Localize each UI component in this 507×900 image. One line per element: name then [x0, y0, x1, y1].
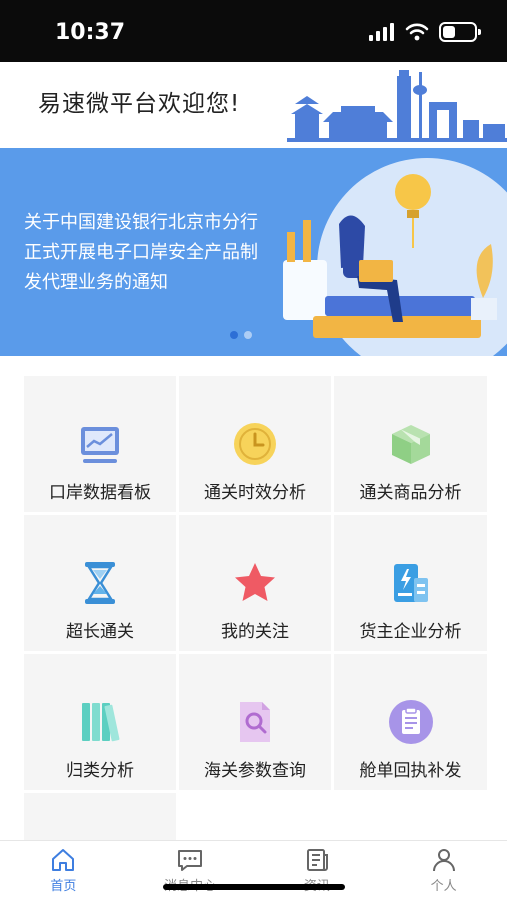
tile-label: 超长通关 [66, 622, 134, 642]
status-bar: 10:37 [0, 0, 507, 62]
tile-label: 海关参数查询 [204, 761, 306, 781]
tile-manifest-receipt-resend[interactable]: 舱单回执补发 [334, 654, 487, 790]
carousel-indicator [230, 331, 252, 339]
clock-icon [231, 420, 279, 468]
status-time: 10:37 [55, 20, 126, 45]
document-search-icon [231, 698, 279, 746]
function-grid: 口岸数据看板 通关时效分析 通关商品分析 超长通关 我的关注 货主企业分析 归类… [24, 376, 487, 900]
news-icon [306, 849, 328, 871]
nav-item-news[interactable]: 资讯 [254, 841, 381, 900]
header: 易速微平台欢迎您! [0, 62, 507, 148]
box-icon [387, 420, 435, 468]
nav-label: 首页 [50, 879, 77, 894]
tile-port-data-board[interactable]: 口岸数据看板 [24, 376, 176, 512]
hourglass-icon [76, 559, 124, 607]
carousel-dot[interactable] [244, 331, 252, 339]
books-icon [76, 698, 124, 746]
city-skyline-illustration [287, 70, 507, 142]
tile-long-clearance[interactable]: 超长通关 [24, 515, 176, 651]
chart-board-icon [76, 420, 124, 468]
tile-label: 货主企业分析 [359, 622, 462, 642]
news-banner[interactable]: 关于中国建设银行北京市分行正式开展电子口岸安全产品制发代理业务的通知 [0, 148, 507, 356]
tile-cargo-owner-analysis[interactable]: 货主企业分析 [334, 515, 487, 651]
tile-classification-analysis[interactable]: 归类分析 [24, 654, 176, 790]
battery-icon [439, 22, 481, 42]
nav-item-profile[interactable]: 个人 [380, 841, 507, 900]
nav-item-home[interactable]: 首页 [0, 841, 127, 900]
clipboard-icon [387, 698, 435, 746]
tile-label: 通关商品分析 [359, 483, 462, 503]
tile-label: 舱单回执补发 [359, 761, 462, 781]
tile-label: 归类分析 [66, 761, 134, 781]
tile-label: 口岸数据看板 [49, 483, 151, 503]
star-icon [231, 559, 279, 607]
tile-placeholder [24, 793, 176, 843]
nav-item-messages[interactable]: 消息中心 [127, 841, 254, 900]
person-icon [432, 849, 455, 872]
home-indicator[interactable] [163, 884, 345, 890]
tile-customs-parameter-query[interactable]: 海关参数查询 [179, 654, 331, 790]
tile-clearance-time-analysis[interactable]: 通关时效分析 [179, 376, 331, 512]
reading-woman-illustration [283, 158, 507, 356]
building-icon [387, 559, 435, 607]
wifi-icon [405, 23, 429, 41]
tile-label: 我的关注 [221, 622, 289, 642]
cellular-signal-icon [369, 23, 394, 41]
status-icons [369, 22, 481, 42]
home-icon [52, 849, 75, 871]
banner-title[interactable]: 关于中国建设银行北京市分行正式开展电子口岸安全产品制发代理业务的通知 [24, 208, 260, 298]
bottom-nav: 首页 消息中心 资讯 个人 [0, 840, 507, 900]
tile-label: 通关时效分析 [204, 483, 306, 503]
nav-label: 个人 [430, 879, 457, 894]
tile-clearance-goods-analysis[interactable]: 通关商品分析 [334, 376, 487, 512]
welcome-title: 易速微平台欢迎您! [38, 91, 241, 117]
tile-my-follows[interactable]: 我的关注 [179, 515, 331, 651]
message-icon [178, 850, 203, 871]
carousel-dot-active[interactable] [230, 331, 238, 339]
